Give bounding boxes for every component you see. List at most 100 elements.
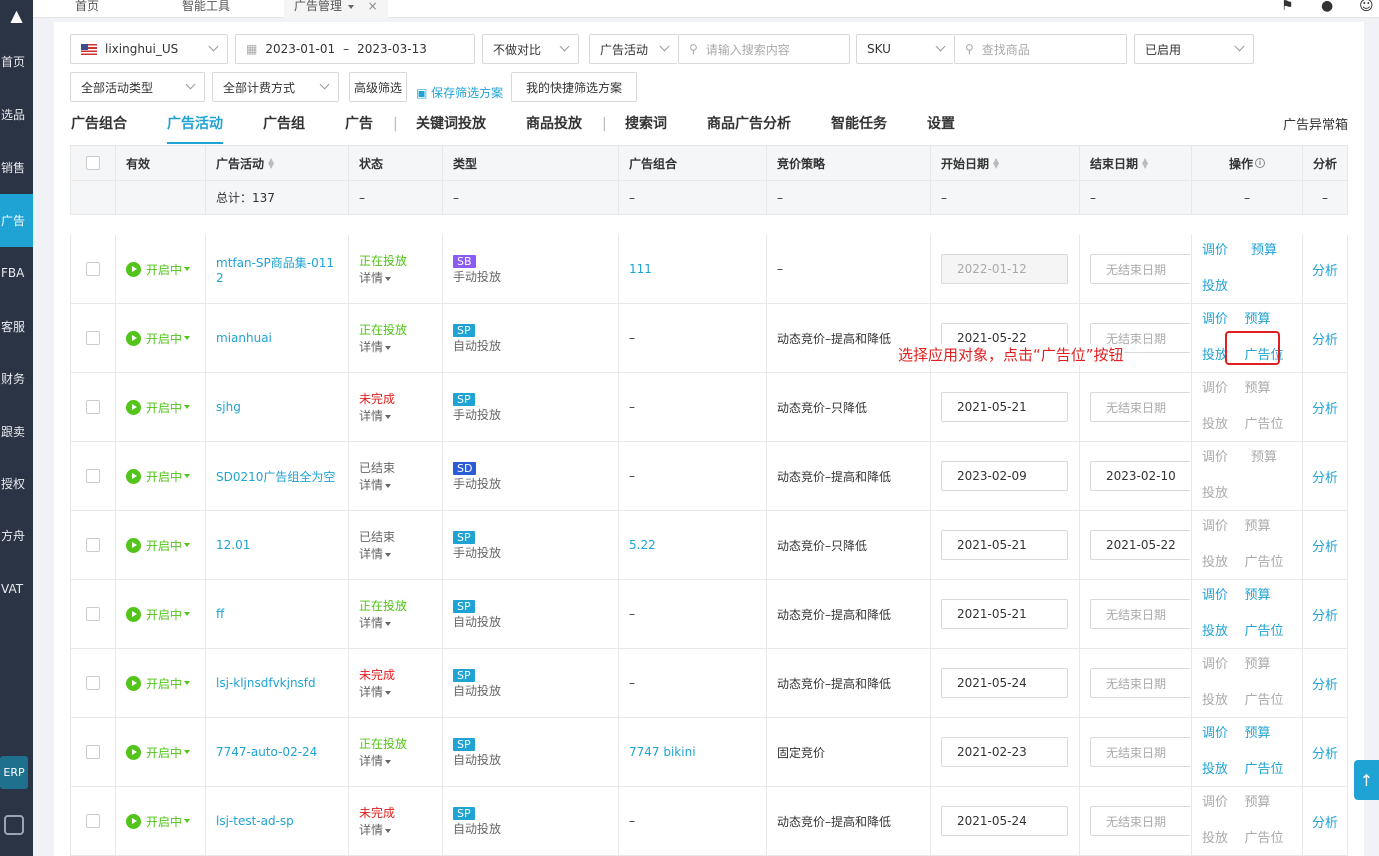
detail-dropdown[interactable]: 详情 <box>359 545 432 562</box>
campaign-link[interactable]: 7747-auto-02-24 <box>216 745 338 759</box>
tab-settings[interactable]: 设置 <box>927 114 955 144</box>
detail-dropdown[interactable]: 详情 <box>359 407 432 424</box>
analyze-link[interactable]: 分析 <box>1312 398 1338 417</box>
search-input[interactable]: ⚲ 请输入搜索内容 <box>678 34 850 64</box>
sidebar-item-6[interactable]: 财务 <box>0 352 33 405</box>
analyze-link[interactable]: 分析 <box>1312 605 1338 624</box>
budget-button[interactable]: 预算 <box>1245 310 1293 330</box>
campaign-link[interactable]: mianhuai <box>216 331 338 345</box>
info-icon[interactable]: i <box>1255 158 1265 168</box>
erp-button[interactable]: ERP <box>0 756 28 789</box>
row-checkbox[interactable] <box>86 607 100 621</box>
start-date-input[interactable]: 2021-02-23 <box>941 737 1068 767</box>
tab-portfolio[interactable]: 广告组合 <box>71 114 127 144</box>
portfolio-link[interactable]: 7747 bikini <box>629 745 756 759</box>
table-row[interactable]: 开启中 mtfan-SP商品集-011 2 正在投放 详情 SB 手动投放 111–2022-… <box>70 235 1348 304</box>
ad-position-button[interactable]: 广告位 <box>1245 553 1293 573</box>
sort-icon[interactable]: ▲ ▼ <box>1142 157 1148 170</box>
ad-abnormal-box-link[interactable]: 广告异常箱 <box>1283 114 1348 133</box>
account-select[interactable]: lixinghui_US <box>70 34 228 64</box>
compare-select[interactable]: 不做对比 <box>482 34 579 64</box>
valid-toggle[interactable]: 开启中 <box>126 330 195 347</box>
sidebar-item-9[interactable]: 方舟 <box>0 509 33 562</box>
tab-smart-tasks[interactable]: 智能任务 <box>831 114 887 144</box>
tab-smart-tools[interactable]: 智能工具 <box>182 0 230 18</box>
portfolio-link[interactable]: 111 <box>629 262 756 276</box>
end-date-input[interactable]: 无结束日期 <box>1090 254 1190 284</box>
start-date-input[interactable]: 2023-02-09 <box>941 461 1068 491</box>
adjust-bid-button[interactable]: 调价 <box>1202 724 1237 744</box>
row-checkbox[interactable] <box>86 814 100 828</box>
valid-toggle[interactable]: 开启中 <box>126 468 195 485</box>
sort-icon[interactable]: ▲ ▼ <box>993 157 999 170</box>
end-date-input[interactable]: 2023-02-10 <box>1090 461 1190 491</box>
adjust-bid-button[interactable]: 调价 <box>1202 655 1237 675</box>
end-date-input[interactable]: 2021-05-22 <box>1090 530 1190 560</box>
campaign-link[interactable]: lsj-kljnsdfvkjnsfd <box>216 676 338 690</box>
detail-dropdown[interactable]: 详情 <box>359 476 432 493</box>
valid-toggle[interactable]: 开启中 <box>126 606 195 623</box>
flag-icon[interactable]: ⚑ <box>1281 0 1294 14</box>
tab-keyword-targeting[interactable]: 关键词投放 <box>416 114 486 144</box>
detail-dropdown[interactable]: 详情 <box>359 821 432 838</box>
ad-position-button[interactable]: 广告位 <box>1245 691 1293 711</box>
sidebar-item-1[interactable]: 选品 <box>0 88 33 141</box>
analyze-link[interactable]: 分析 <box>1312 743 1338 762</box>
header-start-date[interactable]: 开始日期 ▲ ▼ <box>931 146 1080 180</box>
header-campaign[interactable]: 广告活动 ▲ ▼ <box>206 146 349 180</box>
adjust-bid-button[interactable]: 调价 <box>1202 241 1243 261</box>
start-date-input[interactable]: 2021-05-24 <box>941 806 1068 836</box>
campaign-link[interactable]: sjhg <box>216 400 338 414</box>
my-filter-plans-button[interactable]: 我的快捷筛选方案 <box>511 72 637 102</box>
select-all-checkbox[interactable] <box>86 156 100 170</box>
detail-dropdown[interactable]: 详情 <box>359 338 432 355</box>
avatar[interactable]: ☺ <box>1359 0 1374 14</box>
analyze-link[interactable]: 分析 <box>1312 467 1338 486</box>
app-logo-icon[interactable]: ▲ <box>0 0 33 30</box>
analyze-link[interactable]: 分析 <box>1312 329 1338 348</box>
service-icon[interactable] <box>4 815 24 835</box>
budget-button[interactable]: 预算 <box>1245 724 1293 744</box>
sidebar-item-3[interactable]: 广告 <box>0 194 33 247</box>
table-row[interactable]: 开启中 7747-auto-02-24 正在投放 详情 SP 自动投放 7747 bikin… <box>70 718 1348 787</box>
sidebar-item-7[interactable]: 跟卖 <box>0 405 33 458</box>
analyze-link[interactable]: 分析 <box>1312 812 1338 831</box>
detail-dropdown[interactable]: 详情 <box>359 269 432 286</box>
sort-icon[interactable]: ▲ ▼ <box>268 157 274 170</box>
detail-dropdown[interactable]: 详情 <box>359 614 432 631</box>
search-scope-select[interactable]: 广告活动 <box>589 34 678 64</box>
adjust-bid-button[interactable]: 调价 <box>1202 448 1243 468</box>
campaign-link[interactable]: lsj-test-ad-sp <box>216 814 338 828</box>
ad-position-button[interactable] <box>1251 277 1292 297</box>
end-date-input[interactable]: 无结束日期 <box>1090 392 1190 422</box>
analyze-link[interactable]: 分析 <box>1312 260 1338 279</box>
advanced-filter-button[interactable]: 高级筛选 <box>349 72 407 102</box>
campaign-link-wrap[interactable]: 2 <box>216 271 338 285</box>
tab-ad-group[interactable]: 广告组 <box>263 114 305 144</box>
chevron-down-icon[interactable] <box>347 4 354 9</box>
tab-home[interactable]: 首页 <box>75 0 99 18</box>
budget-button[interactable]: 预算 <box>1245 379 1293 399</box>
portfolio-link[interactable]: 5.22 <box>629 538 756 552</box>
adjust-bid-button[interactable]: 调价 <box>1202 379 1237 399</box>
close-icon[interactable]: × <box>368 0 378 13</box>
table-row[interactable]: 开启中 lsj-test-ad-sp 未完成 详情 SP 自动投放 – 动态竞价–提高和降低 2… <box>70 787 1348 856</box>
budget-button[interactable]: 预算 <box>1245 655 1293 675</box>
product-search-input[interactable]: ⚲ 查找商品 <box>954 34 1127 64</box>
budget-button[interactable]: 预算 <box>1245 517 1293 537</box>
ad-position-button[interactable]: 广告位 <box>1245 622 1293 642</box>
sidebar-item-10[interactable]: VAT <box>0 563 33 616</box>
valid-toggle[interactable]: 开启中 <box>126 261 195 278</box>
start-date-input[interactable]: 2021-05-21 <box>941 392 1068 422</box>
end-date-input[interactable]: 无结束日期 <box>1090 737 1190 767</box>
start-date-input[interactable]: 2021-05-24 <box>941 668 1068 698</box>
adjust-bid-button[interactable]: 调价 <box>1202 586 1237 606</box>
enabled-select[interactable]: 已启用 <box>1134 34 1254 64</box>
table-row[interactable]: 开启中 SD0210广告组全为空 已结束 详情 SD 手动投放 – 动态竞价–提高和降低 202… <box>70 442 1348 511</box>
detail-dropdown[interactable]: 详情 <box>359 752 432 769</box>
targeting-button[interactable]: 投放 <box>1202 415 1237 435</box>
start-date-input[interactable]: 2021-05-21 <box>941 599 1068 629</box>
end-date-input[interactable]: 无结束日期 <box>1090 668 1190 698</box>
row-checkbox[interactable] <box>86 262 100 276</box>
valid-toggle[interactable]: 开启中 <box>126 744 195 761</box>
